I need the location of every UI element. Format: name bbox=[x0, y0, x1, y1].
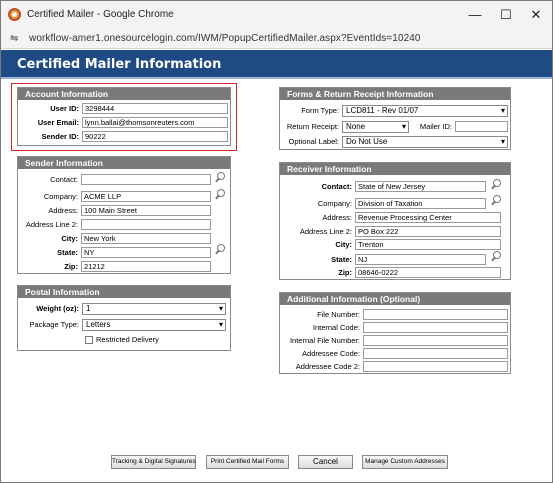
package-type-label: Package Type: bbox=[29, 320, 79, 329]
addressee-code2-field[interactable] bbox=[363, 361, 508, 372]
restricted-delivery-label: Restricted Delivery bbox=[96, 335, 159, 344]
sender-state-label: State: bbox=[57, 248, 78, 257]
receiver-city-label: City: bbox=[335, 240, 352, 249]
additional-panel: Additional Information (Optional) File N… bbox=[279, 292, 511, 374]
close-button[interactable]: ✕ bbox=[523, 5, 549, 25]
sender-address2-label: Address Line 2: bbox=[25, 220, 78, 229]
receiver-company-search-icon[interactable] bbox=[490, 195, 502, 207]
forms-heading: Forms & Return Receipt Information bbox=[280, 88, 510, 100]
user-email-field[interactable]: lynn.ballai@thomsonreuters.com bbox=[82, 117, 228, 128]
receiver-contact-search-icon[interactable] bbox=[490, 179, 502, 191]
file-number-label: File Number: bbox=[317, 310, 360, 319]
sender-company-search-icon[interactable] bbox=[214, 189, 226, 201]
sender-id-label: Sender ID: bbox=[41, 132, 79, 141]
return-receipt-select[interactable]: None bbox=[342, 121, 409, 133]
optional-label-select[interactable]: Do Not Use bbox=[342, 136, 508, 148]
maximize-button[interactable]: ☐ bbox=[493, 5, 519, 25]
user-id-label: User ID: bbox=[50, 104, 79, 113]
receiver-address2-field[interactable]: PO Box 222 bbox=[355, 226, 501, 237]
postal-panel: Postal Information Weight (oz): 1 Packag… bbox=[17, 285, 231, 351]
mailer-id-field[interactable] bbox=[455, 121, 508, 132]
form-type-label: Form Type: bbox=[301, 106, 339, 115]
form-type-select[interactable]: LCD811 - Rev 01/07 bbox=[342, 105, 508, 117]
browser-window: Certified Mailer - Google Chrome — ☐ ✕ ⇋… bbox=[0, 0, 553, 483]
internal-code-label: Internal Code: bbox=[312, 323, 360, 332]
receiver-heading: Receiver Information bbox=[280, 163, 510, 175]
weight-select[interactable]: 1 bbox=[82, 303, 226, 315]
page-header: Certified Mailer Information bbox=[1, 50, 552, 79]
mailer-id-label: Mailer ID: bbox=[419, 122, 452, 131]
cancel-button[interactable]: Cancel bbox=[298, 455, 353, 469]
sender-address-label: Address: bbox=[48, 206, 78, 215]
sender-contact-field[interactable] bbox=[81, 174, 211, 185]
sender-state-search-icon[interactable] bbox=[214, 244, 226, 256]
receiver-company-label: Company: bbox=[317, 199, 352, 208]
receiver-company-field[interactable]: Division of Taxation bbox=[355, 198, 486, 209]
postal-heading: Postal Information bbox=[18, 286, 230, 298]
receiver-city-field[interactable]: Trenton bbox=[355, 239, 501, 250]
window-title: Certified Mailer - Google Chrome bbox=[27, 9, 174, 20]
addressee-code-label: Addressee Code: bbox=[302, 349, 360, 358]
package-type-select[interactable]: Letters bbox=[82, 319, 226, 331]
sender-contact-search-icon[interactable] bbox=[214, 172, 226, 184]
additional-heading: Additional Information (Optional) bbox=[280, 293, 510, 305]
site-info-icon[interactable]: ⇋ bbox=[10, 33, 18, 44]
sender-panel: Sender Information Contact: Company: ACM… bbox=[17, 156, 231, 274]
user-id-field[interactable]: 3298444 bbox=[82, 103, 228, 114]
receiver-address2-label: Address Line 2: bbox=[299, 227, 352, 236]
receiver-state-field[interactable]: NJ bbox=[355, 254, 486, 265]
internal-code-field[interactable] bbox=[363, 322, 508, 333]
addressee-code2-label: Addressee Code 2: bbox=[295, 362, 360, 371]
sender-zip-field[interactable]: 21212 bbox=[81, 261, 211, 272]
receiver-state-search-icon[interactable] bbox=[490, 251, 502, 263]
sender-city-label: City: bbox=[61, 234, 78, 243]
optional-label-label: Optional Label: bbox=[288, 137, 339, 146]
address-bar[interactable]: ⇋ workflow-amer1.onesourcelogin.com/IWM/… bbox=[1, 29, 552, 49]
receiver-state-label: State: bbox=[331, 255, 352, 264]
print-forms-button[interactable]: Print Certified Mail Forms bbox=[206, 455, 289, 469]
account-panel: Account Information User ID: 3298444 Use… bbox=[17, 87, 231, 146]
return-receipt-label: Return Receipt: bbox=[286, 122, 339, 131]
sender-city-field[interactable]: New York bbox=[81, 233, 211, 244]
receiver-address-field[interactable]: Revenue Processing Center bbox=[355, 212, 501, 223]
file-number-field[interactable] bbox=[363, 309, 508, 320]
forms-panel: Forms & Return Receipt Information Form … bbox=[279, 87, 511, 150]
receiver-panel: Receiver Information Contact: State of N… bbox=[279, 162, 511, 280]
receiver-contact-field[interactable]: State of New Jersey bbox=[355, 181, 486, 192]
weight-label: Weight (oz): bbox=[36, 304, 79, 313]
internal-file-number-field[interactable] bbox=[363, 335, 508, 346]
page-title: Certified Mailer Information bbox=[17, 57, 222, 72]
sender-heading: Sender Information bbox=[18, 157, 230, 169]
title-bar: Certified Mailer - Google Chrome — ☐ ✕ bbox=[1, 1, 552, 29]
receiver-contact-label: Contact: bbox=[321, 182, 352, 191]
internal-file-number-label: Internal File Number: bbox=[289, 336, 360, 345]
tracking-signatures-button[interactable]: Tracking & Digital Signatures bbox=[111, 455, 196, 469]
sender-company-label: Company: bbox=[43, 192, 78, 201]
account-heading: Account Information bbox=[18, 88, 230, 100]
restricted-delivery-checkbox[interactable] bbox=[85, 336, 93, 344]
url-text[interactable]: workflow-amer1.onesourcelogin.com/IWM/Po… bbox=[29, 33, 421, 44]
sender-zip-label: Zip: bbox=[64, 262, 78, 271]
manage-addresses-button[interactable]: Manage Custom Addresses bbox=[362, 455, 448, 469]
user-email-label: User Email: bbox=[37, 118, 79, 127]
sender-state-field[interactable]: NY bbox=[81, 247, 211, 258]
minimize-button[interactable]: — bbox=[462, 5, 488, 25]
chrome-logo-icon bbox=[8, 8, 21, 21]
sender-address2-field[interactable] bbox=[81, 219, 211, 230]
sender-contact-label: Contact: bbox=[50, 175, 78, 184]
sender-company-field[interactable]: ACME LLP bbox=[81, 191, 211, 202]
addressee-code-field[interactable] bbox=[363, 348, 508, 359]
receiver-zip-field[interactable]: 08646-0222 bbox=[355, 267, 501, 278]
sender-address-field[interactable]: 100 Main Street bbox=[81, 205, 211, 216]
receiver-zip-label: Zip: bbox=[338, 268, 352, 277]
sender-id-field[interactable]: 90222 bbox=[82, 131, 228, 142]
receiver-address-label: Address: bbox=[322, 213, 352, 222]
